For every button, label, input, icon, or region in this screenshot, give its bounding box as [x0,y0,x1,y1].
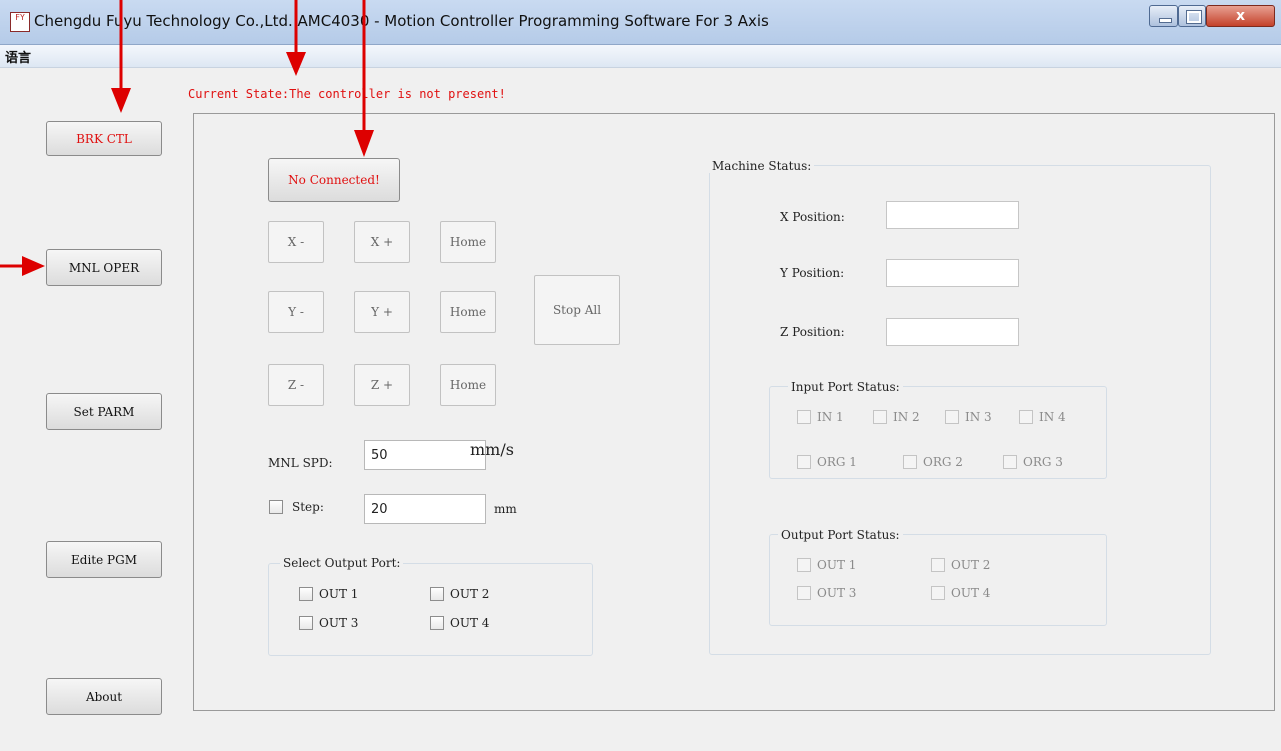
y-position-label: Y Position: [780,266,845,280]
output-option[interactable]: OUT 2 [430,587,489,601]
output-status-indicator: OUT 1 [797,558,856,572]
output-status-box [797,586,811,600]
output-option[interactable]: OUT 3 [299,616,358,630]
x-home-button[interactable]: Home [440,221,496,263]
input-indicator-box [797,410,811,424]
y-home-button[interactable]: Home [440,291,496,333]
step-unit: mm [494,502,517,516]
origin-indicator-box [903,455,917,469]
step-label: Step: [292,500,324,514]
input-indicator: IN 2 [873,410,920,424]
output-status-box [931,558,945,572]
output-checkbox[interactable] [299,587,313,601]
close-button[interactable]: x [1206,5,1275,27]
output-checkbox[interactable] [430,587,444,601]
minimize-button[interactable] [1149,5,1178,27]
app-icon: FY [10,12,30,32]
current-state-text: Current State:The controller is not pres… [188,87,506,101]
output-status-box [931,586,945,600]
origin-indicator-box [1003,455,1017,469]
y-minus-button[interactable]: Y - [268,291,324,333]
manual-speed-unit: mm/s [470,440,514,459]
set-parm-button[interactable]: Set PARM [46,393,162,430]
edit-pgm-button[interactable]: Edite PGM [46,541,162,578]
origin-indicator-box [797,455,811,469]
z-plus-button[interactable]: Z + [354,364,410,406]
output-port-status-title: Output Port Status: [778,528,903,542]
y-plus-button[interactable]: Y + [354,291,410,333]
minimize-icon [1159,18,1172,23]
output-option[interactable]: OUT 1 [299,587,358,601]
manual-speed-label: MNL SPD: [268,456,333,470]
menu-language[interactable]: 语言 [5,47,31,66]
input-indicator-box [873,410,887,424]
output-status-box [797,558,811,572]
input-indicator-box [1019,410,1033,424]
x-minus-button[interactable]: X - [268,221,324,263]
origin-indicator: ORG 1 [797,455,857,469]
select-output-port-title: Select Output Port: [280,556,404,570]
menu-bar: 语言 [0,45,1281,68]
x-position-field [886,201,1019,229]
manual-speed-input[interactable] [364,440,486,470]
connection-button[interactable]: No Connected! [268,158,400,202]
title-bar: FY Chengdu Fuyu Technology Co.,Ltd. AMC4… [0,0,1281,45]
input-indicator: IN 4 [1019,410,1066,424]
output-checkbox[interactable] [430,616,444,630]
output-status-indicator: OUT 2 [931,558,990,572]
output-checkbox[interactable] [299,616,313,630]
x-position-label: X Position: [780,210,845,224]
input-indicator-box [945,410,959,424]
stop-all-button[interactable]: Stop All [534,275,620,345]
select-output-port-group [268,563,593,656]
maximize-icon [1186,10,1202,24]
output-status-indicator: OUT 3 [797,586,856,600]
maximize-button[interactable] [1178,5,1206,27]
window-title: Chengdu Fuyu Technology Co.,Ltd. AMC4030… [34,12,769,30]
input-indicator: IN 3 [945,410,992,424]
y-position-field [886,259,1019,287]
about-button[interactable]: About [46,678,162,715]
output-option[interactable]: OUT 4 [430,616,489,630]
z-position-field [886,318,1019,346]
origin-indicator: ORG 3 [1003,455,1063,469]
annotation-arrow-mnl-oper [0,256,45,276]
close-icon: x [1235,8,1246,24]
origin-indicator: ORG 2 [903,455,963,469]
input-port-status-title: Input Port Status: [788,380,903,394]
z-position-label: Z Position: [780,325,845,339]
x-plus-button[interactable]: X + [354,221,410,263]
input-indicator: IN 1 [797,410,844,424]
brk-ctl-button[interactable]: BRK CTL [46,121,162,156]
output-port-status-group [769,534,1107,626]
output-status-indicator: OUT 4 [931,586,990,600]
machine-status-title: Machine Status: [709,159,815,173]
mnl-oper-button[interactable]: MNL OPER [46,249,162,286]
z-minus-button[interactable]: Z - [268,364,324,406]
step-checkbox[interactable] [269,500,283,514]
z-home-button[interactable]: Home [440,364,496,406]
step-input[interactable] [364,494,486,524]
